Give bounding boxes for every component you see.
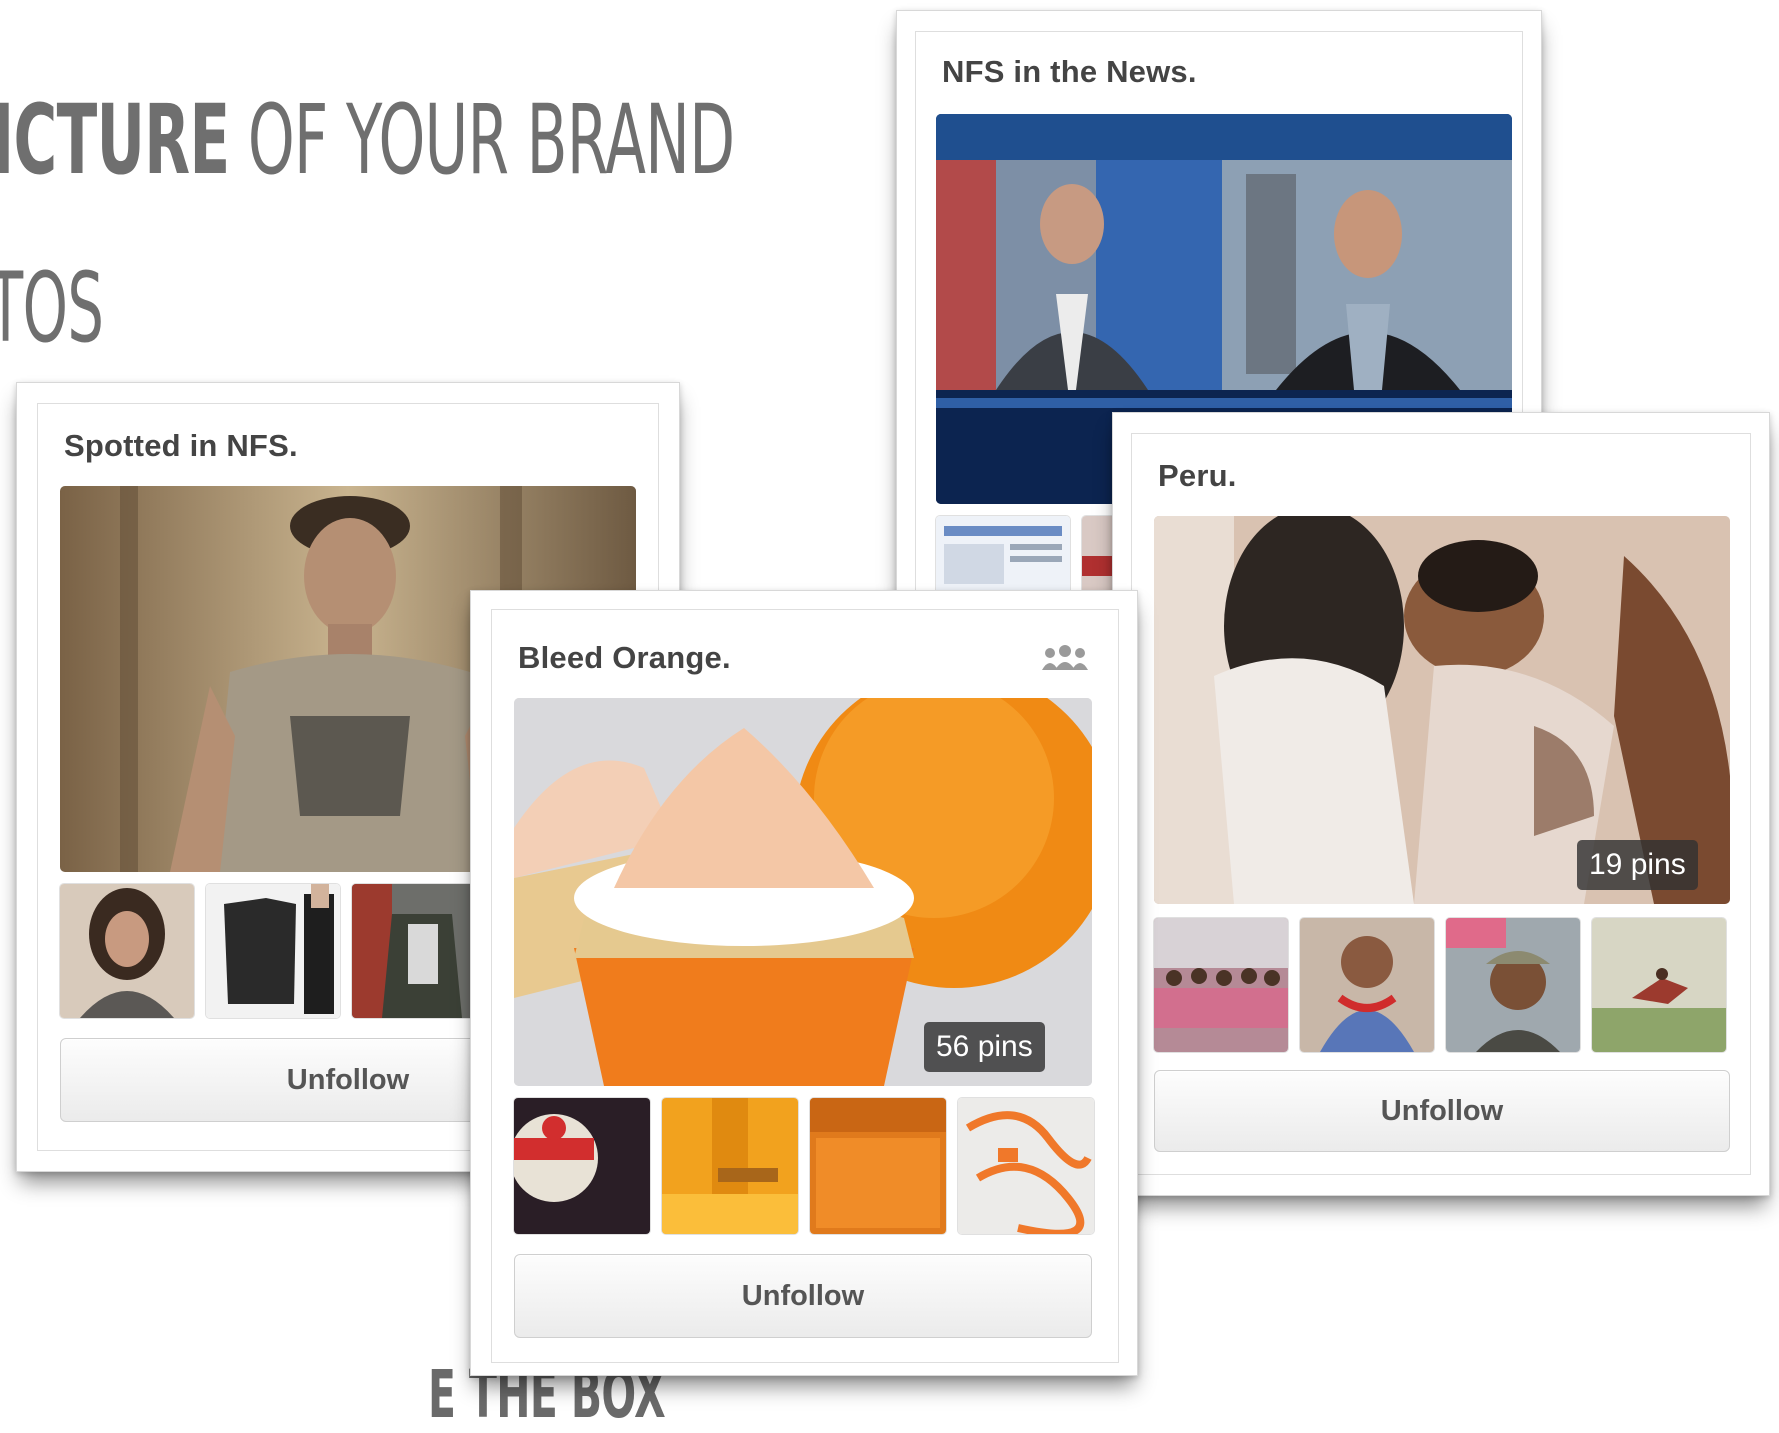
pin-count-badge: 56 pins <box>924 1022 1045 1072</box>
thumb-orange-box[interactable] <box>810 1098 946 1234</box>
board-title[interactable]: Spotted in NFS. <box>64 428 298 464</box>
group-board-icon <box>1040 644 1090 677</box>
board-title[interactable]: Bleed Orange. <box>518 640 731 676</box>
slide-heading: ICTURE OF YOUR BRAND <box>0 84 735 196</box>
thumb-black-shirt[interactable] <box>206 884 340 1018</box>
thumb-woman[interactable] <box>60 884 194 1018</box>
thumb-jacket[interactable] <box>352 884 486 1018</box>
unfollow-button[interactable]: Unfollow <box>1154 1070 1730 1152</box>
board-card-peru: Peru. 19 pins Unfollow <box>1112 412 1770 1196</box>
pin-count-badge: 19 pins <box>1577 840 1698 890</box>
board-peru: Peru. 19 pins Unfollow <box>1131 433 1751 1175</box>
thumb-boy-cap[interactable] <box>1446 918 1580 1052</box>
thumb-honey-jar[interactable] <box>662 1098 798 1234</box>
thumb-crowd[interactable] <box>1154 918 1288 1052</box>
thumb-surfer[interactable] <box>1592 918 1726 1052</box>
board-title[interactable]: NFS in the News. <box>942 54 1197 90</box>
slide-subheading: TOS <box>0 252 104 364</box>
thumb-girl-red-necklace[interactable] <box>1300 918 1434 1052</box>
board-title[interactable]: Peru. <box>1158 458 1237 494</box>
board-bleed-orange: Bleed Orange. 56 pins Unfollow <box>491 609 1119 1363</box>
board-card-bleed-orange: Bleed Orange. 56 pins Unfollow <box>470 590 1138 1376</box>
unfollow-button[interactable]: Unfollow <box>514 1254 1092 1338</box>
thumb-orange-cord[interactable] <box>958 1098 1094 1234</box>
thumb-button-badge[interactable] <box>514 1098 650 1234</box>
